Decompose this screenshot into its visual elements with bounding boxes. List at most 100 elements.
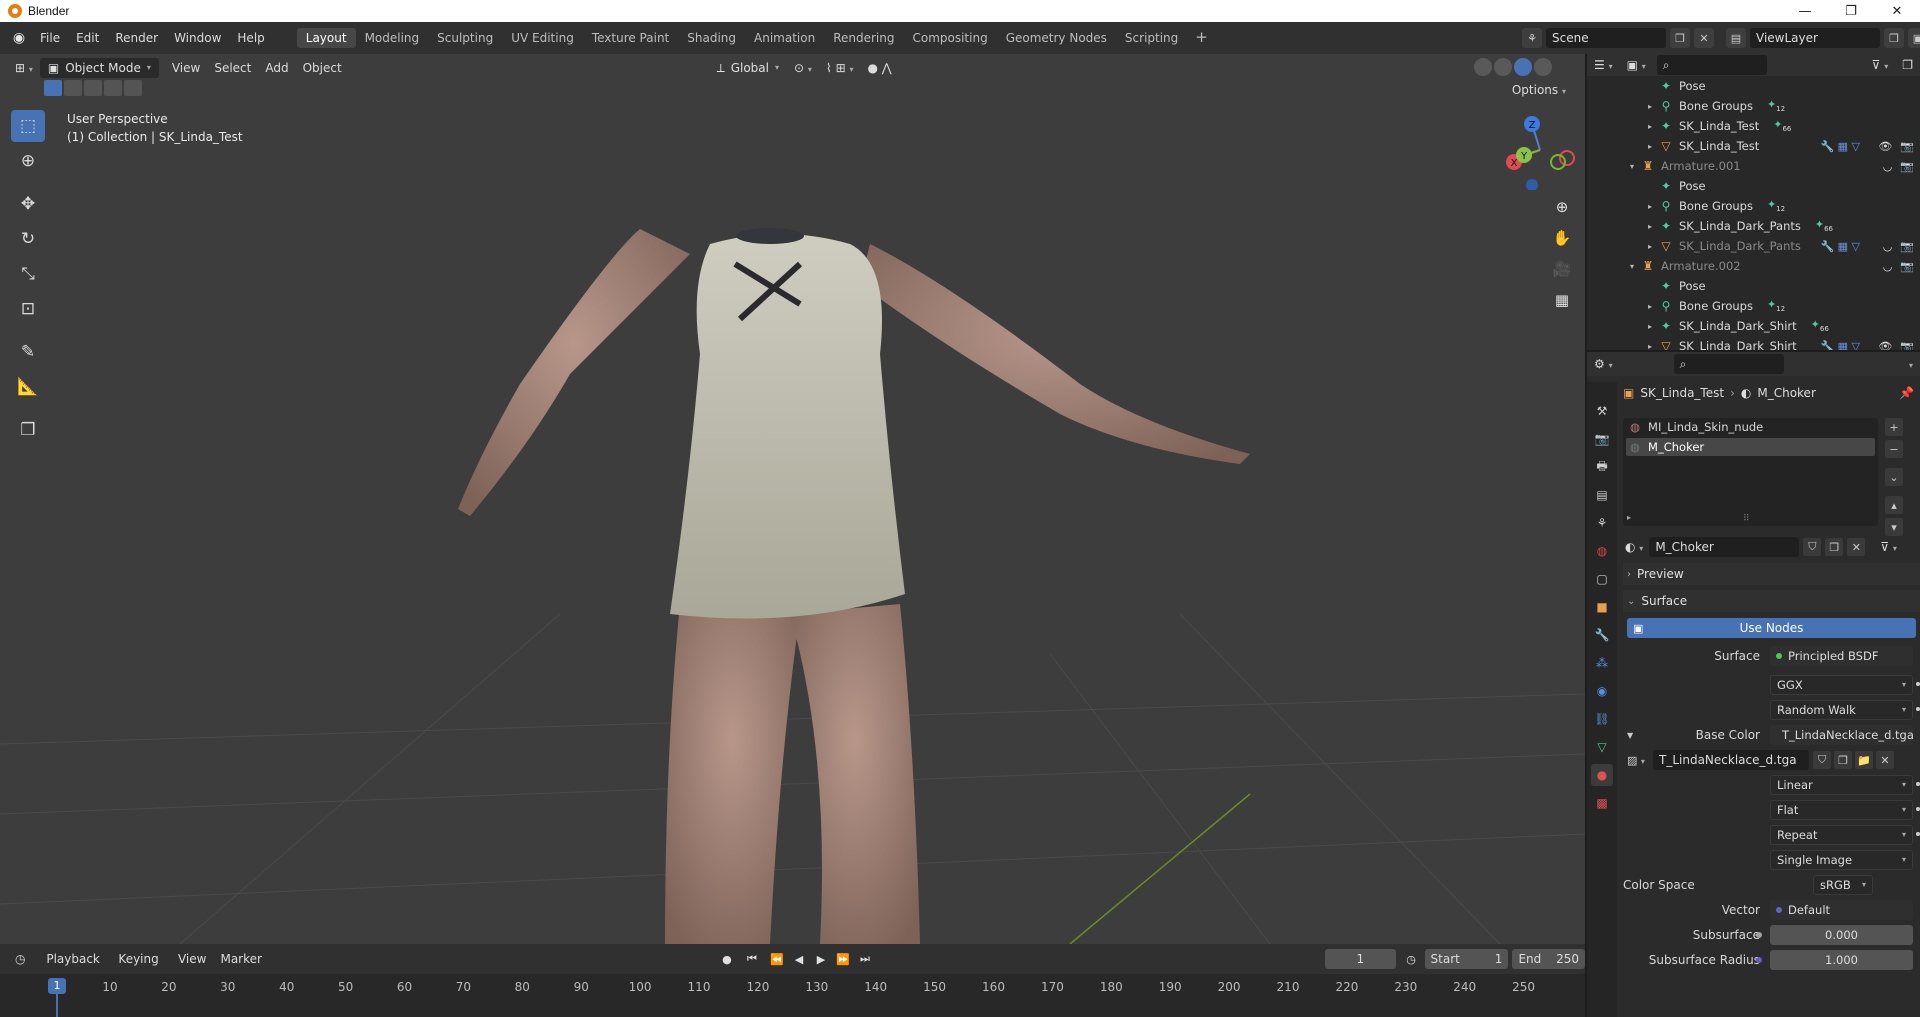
transform-tool-icon[interactable]: ⊡ [11,293,45,325]
subsurface-value-field[interactable]: 0.000 [1770,925,1913,945]
keyframe-dot-icon[interactable] [1916,832,1920,836]
menu-edit[interactable]: Edit [68,28,107,48]
menu-select[interactable]: Select [207,58,258,78]
data-tab-icon[interactable]: ▽ [1591,736,1613,758]
render-camera-icon[interactable]: 📷 [1900,260,1914,273]
add-workspace-button[interactable]: + [1187,28,1216,48]
image-open-folder-icon[interactable]: 📁 [1855,751,1873,769]
outliner-row[interactable]: ▸ ⚲ Bone Groups ✦12 [1587,96,1920,116]
remove-slot-button[interactable]: − [1885,440,1903,458]
material-slot-item[interactable]: ◍ MI_Linda_Skin_nude [1626,418,1875,436]
end-frame-field[interactable]: End 250 [1512,949,1585,969]
orientation-dropdown[interactable]: ⟂ Global ▾ [709,58,787,78]
projection-dropdown[interactable]: Flat ▾ [1770,800,1913,820]
outliner-row[interactable]: ✦ Pose [1587,176,1920,196]
surface-panel-header[interactable]: ⌄ Surface [1623,590,1920,612]
menu-playback[interactable]: Playback ▾ [39,949,111,985]
resize-grip-icon[interactable]: ⠿ [1743,514,1750,524]
render-tab-icon[interactable]: 📷 [1591,428,1613,450]
unlink-material-icon[interactable]: ✕ [1847,538,1866,556]
jump-end-icon[interactable]: ⏭ [855,949,875,969]
next-keyframe-icon[interactable]: ⏩ [833,949,853,969]
tab-compositing[interactable]: Compositing [903,28,996,48]
slot-specials-button[interactable]: ⌄ [1885,468,1903,486]
menu-help[interactable]: Help [229,28,272,48]
material-name-field[interactable]: M_Choker [1649,537,1800,557]
prev-keyframe-icon[interactable]: ⏪ [767,949,787,969]
snap-icon[interactable]: ⌇ ⊞ ▾ [819,58,861,78]
select-subtract-icon[interactable] [84,80,102,96]
outliner-search-input[interactable]: ⌕ [1656,55,1767,75]
tab-animation[interactable]: Animation [745,28,824,48]
outliner-row[interactable]: ▾ ♜ Armature.002 ◡ 📷 [1587,256,1920,276]
tab-modeling[interactable]: Modeling [356,28,429,48]
pin-icon[interactable]: 📌 [1899,386,1914,400]
expand-arrow-icon[interactable]: ▸ [1645,222,1655,231]
camera-view-icon[interactable]: 🎥 [1548,256,1576,282]
distribution-dropdown[interactable]: GGX ▾ [1770,675,1913,695]
view-layer-icon[interactable]: ▤ [1726,28,1746,48]
menu-view[interactable]: View [165,58,207,78]
preview-panel-header[interactable]: › Preview [1623,563,1920,585]
surface-shader-field[interactable]: Principled BSDF [1770,646,1913,666]
material-tab-icon[interactable]: ● [1591,764,1613,786]
expand-arrow-icon[interactable]: ▸ [1645,102,1655,111]
tab-geometry-nodes[interactable]: Geometry Nodes [997,28,1116,48]
scene-tab-icon[interactable]: ⚘ [1591,512,1613,534]
new-collection-icon[interactable]: ❐ [1895,55,1920,75]
image-browse-icon[interactable]: ▨ ▾ [1627,754,1645,767]
child-data-icon[interactable]: ✦66 [1815,218,1833,233]
menu-add[interactable]: Add [258,58,295,78]
modifier-tab-icon[interactable]: 🔧 [1591,624,1613,646]
menu-timeline-view[interactable]: View [171,949,213,969]
editor-type-icon[interactable]: ⊞ ▾ [8,58,40,78]
image-fake-user-icon[interactable]: ⛉ [1813,751,1831,769]
menu-marker[interactable]: Marker [213,949,268,969]
keyframe-dot-icon[interactable] [1916,682,1920,686]
outliner-row[interactable]: ▸ ✦ SK_Linda_Test ✦66 [1587,116,1920,136]
expand-arrow-icon[interactable]: ▸ [1645,122,1655,131]
outliner-editor-type-icon[interactable]: ☰ ▾ [1587,55,1620,75]
render-camera-icon[interactable]: 📷 [1900,340,1914,351]
physics-tab-icon[interactable]: ◉ [1591,680,1613,702]
interpolation-dropdown[interactable]: Linear ▾ [1770,775,1913,795]
subsurface-method-dropdown[interactable]: Random Walk ▾ [1770,700,1913,720]
expand-arrow-icon[interactable]: ▸ [1645,302,1655,311]
start-frame-field[interactable]: Start 1 [1424,949,1509,969]
jump-start-icon[interactable]: ⏮ [739,949,765,969]
render-camera-icon[interactable]: 📷 [1900,240,1914,253]
new-view-layer-icon[interactable]: ❐ [1884,28,1904,48]
material-slot-item[interactable]: ◍ M_Choker [1626,438,1875,456]
image-name-field[interactable]: T_LindaNecklace_d.tga [1653,750,1809,770]
child-data-icon[interactable]: ✦12 [1767,298,1785,313]
annotate-tool-icon[interactable]: ✎ [11,336,45,368]
select-new-icon[interactable] [44,80,62,96]
tab-uv-editing[interactable]: UV Editing [502,28,583,48]
eye-hidden-icon[interactable]: ◡ [1883,160,1893,173]
eye-hidden-icon[interactable]: ◡ [1883,240,1893,253]
extension-dropdown[interactable]: Repeat ▾ [1770,825,1913,845]
current-frame-field[interactable]: 1 [1324,949,1396,969]
wireframe-shading-icon[interactable] [1474,58,1492,76]
constraints-tab-icon[interactable]: ⛓ [1591,708,1613,730]
tab-shading[interactable]: Shading [678,28,745,48]
source-dropdown[interactable]: Single Image ▾ [1770,850,1913,870]
zoom-icon[interactable]: ⊕ [1548,194,1576,220]
output-tab-icon[interactable]: 🖶 [1591,456,1613,478]
expand-list-icon[interactable]: ▸ [1627,513,1631,522]
child-data-icon[interactable]: ✦66 [1773,118,1791,133]
texture-tab-icon[interactable]: ▩ [1591,792,1613,814]
render-camera-icon[interactable]: 📷 [1900,140,1914,153]
collapse-arrow-icon[interactable]: ▾ [1627,262,1637,271]
world-tab-icon[interactable]: ◍ [1591,540,1613,562]
menu-file[interactable]: File [32,28,68,48]
expand-arrow-icon[interactable]: ▸ [1645,202,1655,211]
move-tool-icon[interactable]: ✥ [11,188,45,220]
vector-input-field[interactable]: Default [1770,900,1913,920]
render-camera-icon[interactable]: 📷 [1900,160,1914,173]
collapse-arrow-icon[interactable]: ▾ [1627,162,1637,171]
properties-search-input[interactable]: ⌕ [1673,354,1784,374]
add-cube-tool-icon[interactable]: ❒ [11,414,45,446]
navigation-gizmo[interactable]: Z X Y [1500,110,1580,190]
menu-render[interactable]: Render [107,28,166,48]
